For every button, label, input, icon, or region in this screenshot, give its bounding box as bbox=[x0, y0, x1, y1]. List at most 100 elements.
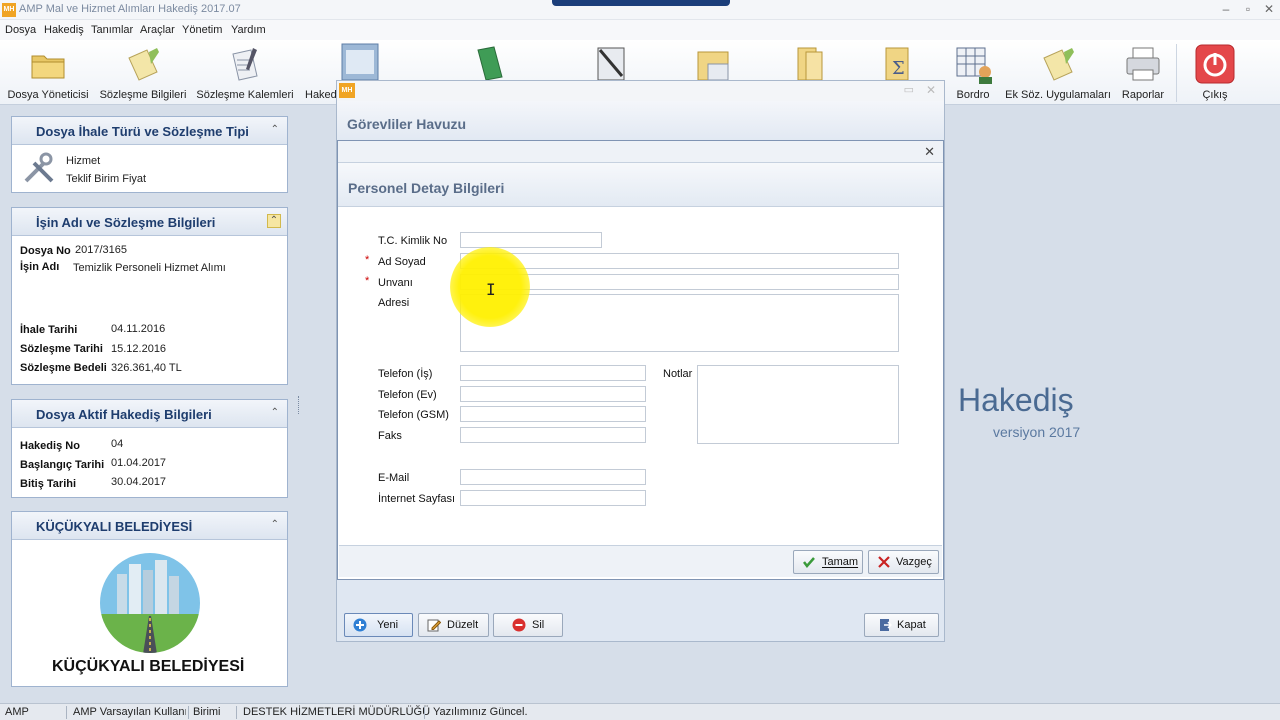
isin-adi-label: İşin Adı bbox=[20, 261, 60, 273]
cancel-x-icon bbox=[878, 556, 890, 568]
contract-document-icon bbox=[128, 48, 159, 81]
menu-yardim[interactable]: Yardım bbox=[231, 24, 266, 36]
toolbar-bordro[interactable]: Bordro bbox=[946, 40, 1000, 105]
maximize-icon[interactable]: ▫ bbox=[1238, 2, 1258, 16]
window-title: AMP Mal ve Hizmet Alımları Hakediş 2017.… bbox=[19, 3, 241, 15]
text-cursor-icon: I bbox=[486, 280, 496, 299]
app-logo-icon: MH bbox=[2, 3, 16, 17]
panel-ihale-turu: Dosya İhale Türü ve Sözleşme Tipi ⌃ Hizm… bbox=[11, 116, 288, 193]
edit-pencil-icon bbox=[427, 619, 441, 632]
sigma-sum-icon: Σ bbox=[885, 47, 909, 80]
menu-hakedis[interactable]: Hakediş bbox=[44, 24, 84, 36]
menu-dosya[interactable]: Dosya bbox=[5, 24, 36, 36]
duzelt-button[interactable]: Düzelt bbox=[418, 613, 489, 637]
toolbar-label: Sözleşme Bilgileri bbox=[99, 89, 187, 101]
window-focus-indicator bbox=[552, 0, 730, 6]
notlar-textarea[interactable] bbox=[697, 365, 899, 444]
tc-kimlik-label: T.C. Kimlik No bbox=[378, 235, 448, 247]
telefon-gsm-label: Telefon (GSM) bbox=[378, 409, 449, 421]
archive-drawer-icon bbox=[341, 43, 379, 80]
toolbar-raporlar[interactable]: Raporlar bbox=[1114, 40, 1172, 105]
notlar-label: Notlar bbox=[663, 368, 693, 380]
dialog-header: Personel Detay Bilgileri bbox=[338, 163, 943, 207]
folder-icon bbox=[31, 55, 65, 79]
menu-bar: Dosya Hakediş Tanımlar Araçlar Yönetim Y… bbox=[0, 20, 1280, 40]
collapse-chevron-icon[interactable]: ⌃ bbox=[271, 124, 279, 135]
ad-soyad-input[interactable] bbox=[460, 253, 899, 269]
minimize-icon[interactable]: – bbox=[1216, 2, 1236, 16]
dialog-close-icon[interactable]: ✕ bbox=[926, 83, 936, 97]
panel-belediye: KÜÇÜKYALI BELEDİYESİ ⌃ KÜÇÜKYALI BELEDİY… bbox=[11, 511, 288, 687]
button-label: Vazgeç bbox=[896, 556, 932, 568]
close-icon[interactable]: ✕ bbox=[1259, 2, 1279, 16]
kapat-button[interactable]: Kapat bbox=[864, 613, 939, 637]
collapse-chevron-icon[interactable]: ⌃ bbox=[267, 214, 281, 228]
toolbar-label: Dosya Yöneticisi bbox=[7, 89, 89, 101]
toolbar-label: Hakediş bbox=[305, 89, 336, 101]
telefon-is-input[interactable] bbox=[460, 365, 646, 381]
brand-name: Hakediş bbox=[958, 382, 1074, 418]
faks-label: Faks bbox=[378, 430, 402, 442]
toolbar-separator bbox=[1176, 44, 1177, 102]
hakedis-no-value: 04 bbox=[111, 438, 124, 450]
panel-header: Dosya İhale Türü ve Sözleşme Tipi ⌃ bbox=[12, 117, 287, 145]
bitis-tarihi-label: Bitiş Tarihi bbox=[20, 478, 77, 490]
municipality-logo-text: KÜÇÜKYALI BELEDİYESİ bbox=[52, 658, 245, 675]
ihale-turu-value: Hizmet bbox=[66, 155, 101, 167]
email-label: E-Mail bbox=[378, 472, 410, 484]
printer-icon bbox=[1126, 47, 1160, 81]
tc-kimlik-input[interactable] bbox=[460, 232, 602, 248]
yeni-button[interactable]: Yeni bbox=[344, 613, 413, 637]
status-bar: AMP AMP Varsayılan Kullanıcı Birimi DEST… bbox=[0, 703, 1280, 720]
dialog-header: Görevliler Havuzu bbox=[337, 101, 944, 141]
menu-tanimlar[interactable]: Tanımlar bbox=[91, 24, 133, 36]
green-book-icon bbox=[477, 46, 503, 80]
panel-header: KÜÇÜKYALI BELEDİYESİ ⌃ bbox=[12, 512, 287, 540]
ihale-tarihi-value: 04.11.2016 bbox=[111, 323, 166, 335]
panel-is-adi: İşin Adı ve Sözleşme Bilgileri ⌃ Dosya N… bbox=[11, 207, 288, 385]
panel-title: Dosya İhale Türü ve Sözleşme Tipi bbox=[36, 124, 249, 139]
payroll-table-icon bbox=[956, 47, 992, 84]
additional-contract-icon bbox=[1043, 48, 1074, 81]
collapse-chevron-icon[interactable]: ⌃ bbox=[271, 519, 279, 530]
dialog-minimize-icon[interactable]: ▭ bbox=[904, 83, 914, 96]
telefon-gsm-input[interactable] bbox=[460, 406, 646, 422]
internet-sayfasi-label: İnternet Sayfası bbox=[378, 493, 456, 505]
panel-title: KÜÇÜKYALI BELEDİYESİ bbox=[36, 519, 193, 534]
menu-araclar[interactable]: Araçlar bbox=[140, 24, 175, 36]
menu-yonetim[interactable]: Yönetim bbox=[182, 24, 222, 36]
baslangic-tarihi-label: Başlangıç Tarihi bbox=[20, 459, 105, 471]
adresi-label: Adresi bbox=[378, 297, 410, 309]
toolbar-dosya-yoneticisi[interactable]: Dosya Yöneticisi bbox=[0, 40, 96, 105]
toolbar-sozlesme-kalemleri[interactable]: Sözleşme Kalemleri bbox=[194, 40, 296, 105]
email-input[interactable] bbox=[460, 469, 646, 485]
status-unit-label: Birimi bbox=[193, 706, 221, 718]
required-marker: * bbox=[365, 254, 370, 266]
telefon-ev-input[interactable] bbox=[460, 386, 646, 402]
toolbar-ek-soz-uygulamalari[interactable]: Ek Söz. Uygulamaları bbox=[1004, 40, 1112, 105]
button-label: Kapat bbox=[897, 619, 926, 631]
toolbar-sozlesme-bilgileri[interactable]: Sözleşme Bilgileri bbox=[96, 40, 190, 105]
toolbar-label: Sözleşme Kalemleri bbox=[196, 89, 294, 101]
sil-button[interactable]: Sil bbox=[493, 613, 563, 637]
status-update: Yazılımınız Güncel. bbox=[433, 706, 528, 718]
vazgec-button[interactable]: Vazgeç bbox=[868, 550, 939, 574]
dialog-titlebar: MH ▭ ✕ bbox=[337, 81, 944, 101]
button-label: Tamam bbox=[822, 556, 859, 568]
delete-red-icon bbox=[512, 618, 526, 632]
splitter-handle[interactable] bbox=[298, 396, 301, 414]
clipboard-icon bbox=[597, 47, 625, 80]
dialog-close-icon[interactable]: ✕ bbox=[924, 144, 935, 160]
unvani-label: Unvanı bbox=[378, 277, 413, 289]
tools-icon bbox=[24, 152, 54, 183]
toolbar-hakedis[interactable]: Hakediş bbox=[302, 40, 336, 105]
ihale-tarihi-label: İhale Tarihi bbox=[20, 324, 78, 336]
internet-sayfasi-input[interactable] bbox=[460, 490, 646, 506]
button-label: Düzelt bbox=[447, 619, 479, 631]
toolbar-cikis[interactable]: Çıkış bbox=[1180, 40, 1250, 105]
sozlesme-bedeli-value: 326.361,40 TL bbox=[111, 362, 182, 374]
status-separator bbox=[188, 706, 189, 719]
tamam-button[interactable]: Tamam bbox=[793, 550, 863, 574]
collapse-chevron-icon[interactable]: ⌃ bbox=[271, 407, 279, 418]
faks-input[interactable] bbox=[460, 427, 646, 443]
